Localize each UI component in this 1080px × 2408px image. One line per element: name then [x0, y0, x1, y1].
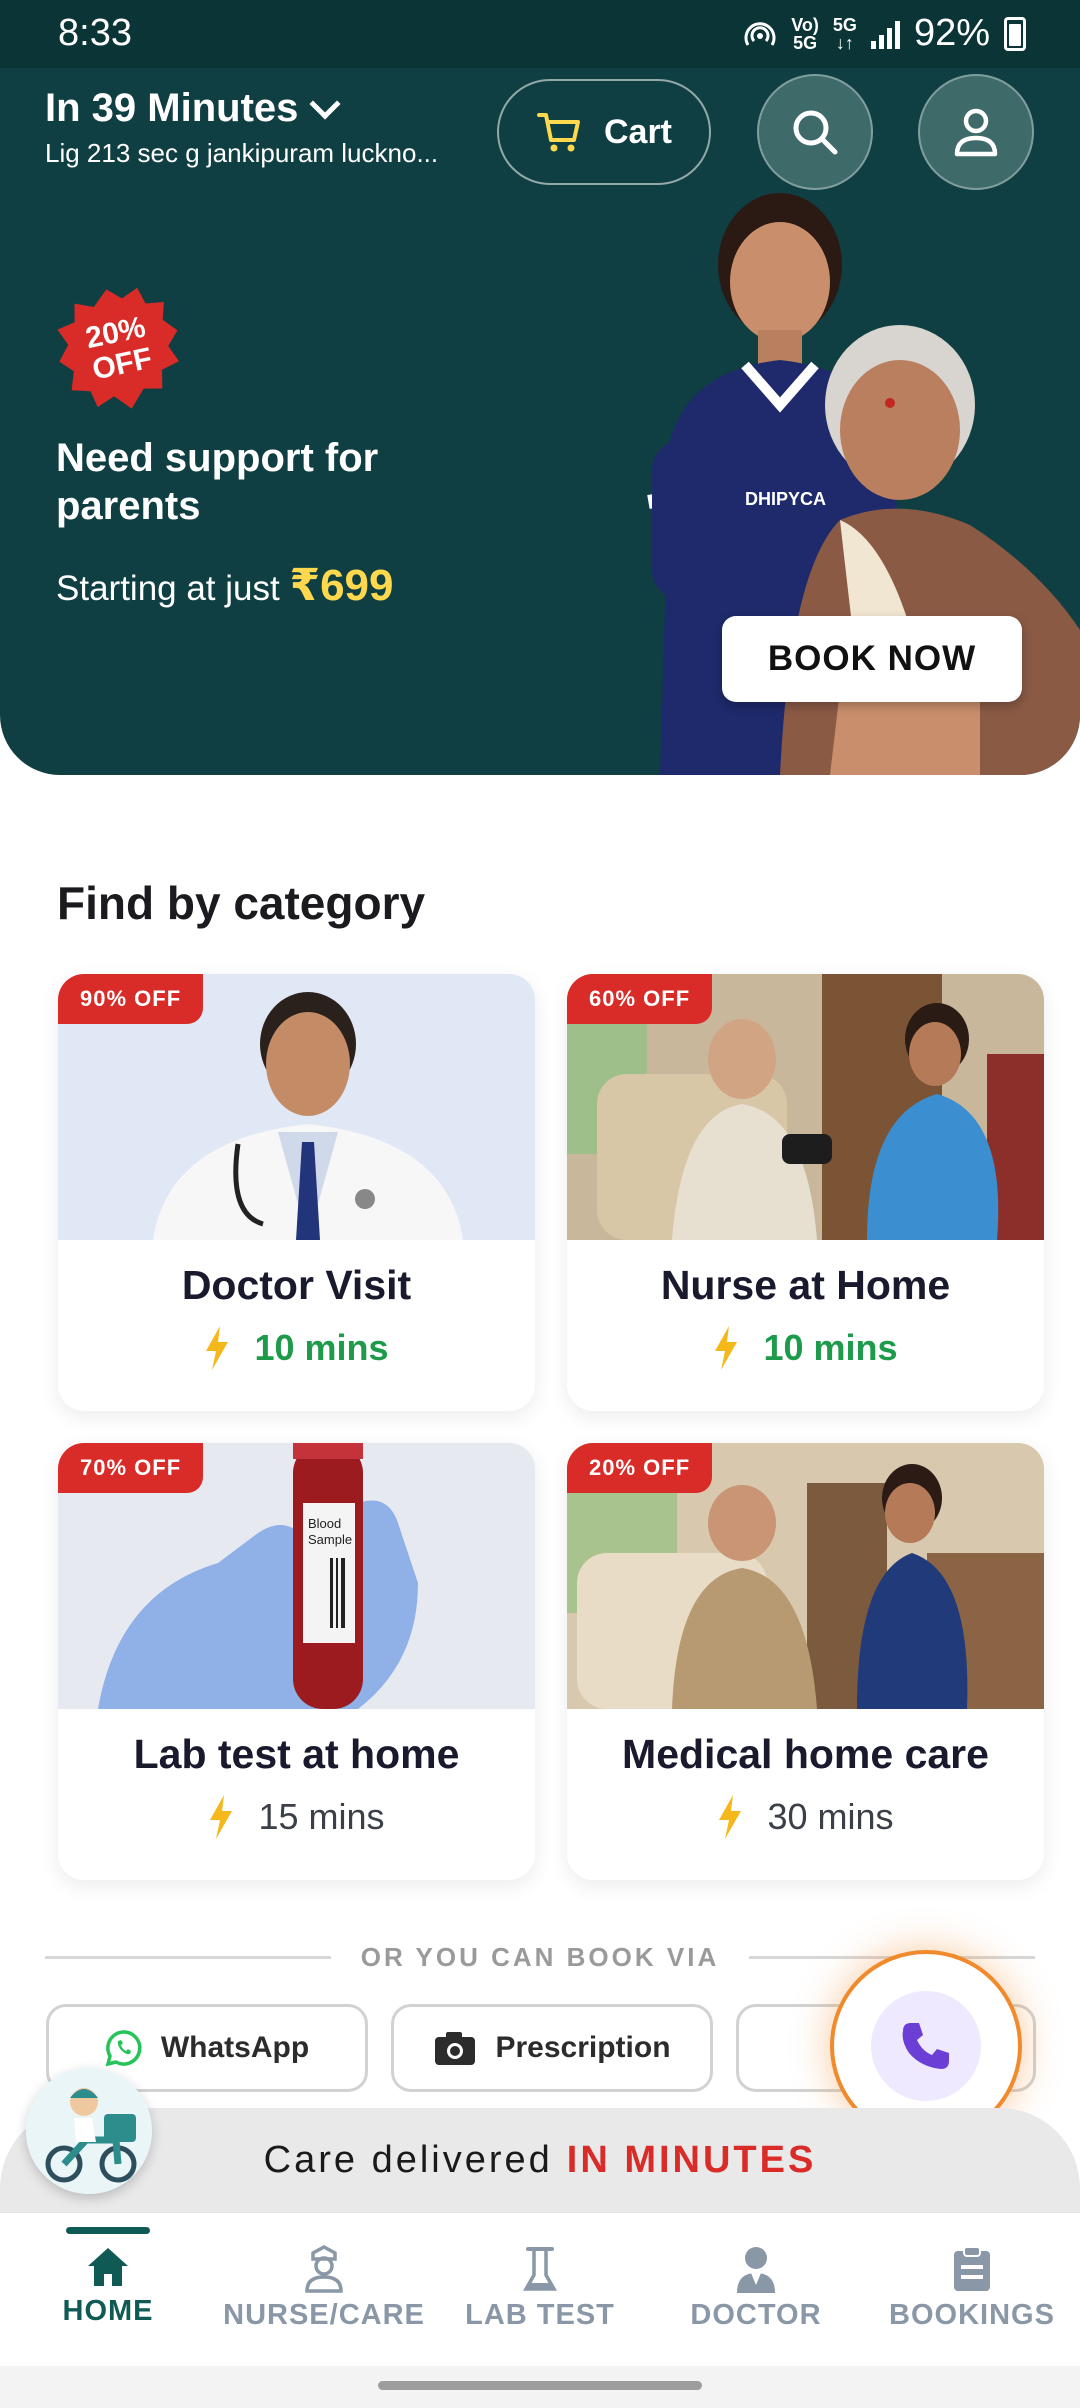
- nav-lab-test[interactable]: LAB TEST: [432, 2213, 648, 2367]
- clipboard-icon: [954, 2246, 990, 2291]
- care-prefix: Care delivered: [263, 2138, 553, 2181]
- lightning-icon: [206, 1326, 229, 1370]
- category-name: Lab test at home: [133, 1731, 460, 1777]
- category-name: Doctor Visit: [181, 1262, 412, 1308]
- volte-icon: Vo) 5G: [791, 14, 819, 53]
- discount-tag: 90% OFF: [58, 974, 204, 1024]
- category-card-medical-home-care[interactable]: 20% OFF Medical home care 30 mins: [567, 1443, 1044, 1880]
- status-time: 8:33: [58, 12, 132, 54]
- doctor-icon: [737, 2247, 775, 2293]
- eta-value: 10 mins: [763, 1327, 898, 1368]
- nav-doctor[interactable]: DOCTOR: [648, 2213, 864, 2367]
- phone-icon: [902, 2023, 949, 2069]
- hero-title: Need support for parents: [56, 436, 379, 528]
- prescription-button[interactable]: Prescription: [391, 2004, 713, 2092]
- cart-label: Cart: [603, 112, 673, 151]
- eta-row: 30 mins: [567, 1795, 1044, 1839]
- tube-label: Sample: [308, 1532, 352, 1547]
- user-icon: [954, 108, 998, 157]
- eta-row: 15 mins: [58, 1795, 535, 1839]
- eta-row: 10 mins: [567, 1326, 1044, 1370]
- camera-icon: [435, 2032, 476, 2065]
- home-gesture-bar[interactable]: [378, 2381, 702, 2390]
- bottom-navigation: HOME NURSE/CARE LAB TEST DOCTOR BOOKINGS: [0, 2212, 1080, 2366]
- whatsapp-label: WhatsApp: [160, 2031, 310, 2064]
- lightning-icon: [719, 1795, 742, 1839]
- eta-value: 15 mins: [258, 1796, 385, 1837]
- care-delivered-banner: Care delivered IN MINUTES: [0, 2108, 1080, 2212]
- battery-icon: [1004, 16, 1026, 51]
- hero-price: Starting at just ₹699: [56, 561, 394, 610]
- category-card-lab-test[interactable]: Blood Sample 70% OFF Lab test at home 15…: [58, 1443, 535, 1880]
- discount-tag: 70% OFF: [58, 1443, 204, 1493]
- test-tube-icon: [522, 2247, 558, 2291]
- signal-icon: [870, 19, 900, 49]
- battery-percent: 92%: [913, 12, 990, 54]
- eta-value: 30 mins: [767, 1796, 894, 1837]
- prescription-label: Prescription: [495, 2031, 671, 2064]
- delivery-rider-avatar: [26, 2068, 152, 2194]
- nav-label: BOOKINGS: [889, 2299, 1055, 2331]
- nav-bookings[interactable]: BOOKINGS: [864, 2213, 1080, 2367]
- eta-text: In 39 Minutes: [45, 86, 299, 130]
- lightning-icon: [715, 1326, 738, 1370]
- nav-nurse-care[interactable]: NURSE/CARE: [216, 2213, 432, 2367]
- book-now-button[interactable]: BOOK NOW: [722, 616, 1022, 702]
- delivery-eta[interactable]: In 39 Minutes: [45, 86, 341, 131]
- price-amount: ₹699: [289, 561, 394, 610]
- category-card-nurse-at-home[interactable]: 60% OFF Nurse at Home 10 mins: [567, 974, 1044, 1411]
- data-5g-icon: 5G ↓↑: [832, 14, 857, 53]
- lightning-icon: [210, 1795, 233, 1839]
- home-icon: [88, 2248, 128, 2286]
- hero-banner[interactable]: 8:33 Vo) 5G 5G ↓↑ 92% In 39 Minutes Lig 21…: [0, 0, 1080, 775]
- eta-row: 10 mins: [58, 1326, 535, 1370]
- nav-label: HOME: [62, 2295, 154, 2327]
- status-bar: 8:33 Vo) 5G 5G ↓↑ 92%: [0, 0, 1080, 68]
- delivery-address[interactable]: Lig 213 sec g jankipuram luckno...: [45, 138, 475, 169]
- category-card-doctor-visit[interactable]: 90% OFF Doctor Visit 10 mins: [58, 974, 535, 1411]
- category-section-title: Find by category: [57, 877, 426, 929]
- whatsapp-icon: [105, 2030, 142, 2067]
- uniform-text: DHIPYCA: [745, 489, 826, 509]
- nurse-icon: [305, 2245, 343, 2293]
- search-icon: [793, 110, 838, 155]
- cart-button[interactable]: Cart: [497, 79, 711, 185]
- search-button[interactable]: [757, 74, 873, 190]
- discount-badge: 20% OFF: [58, 288, 180, 410]
- discount-tag: 60% OFF: [567, 974, 713, 1024]
- hotspot-icon: [744, 21, 776, 46]
- nav-label: LAB TEST: [465, 2299, 615, 2331]
- nav-label: NURSE/CARE: [223, 2299, 425, 2331]
- nav-home[interactable]: HOME: [0, 2213, 216, 2367]
- book-via-label: OR YOU CAN BOOK VIA: [360, 1941, 720, 1972]
- eta-value: 10 mins: [254, 1327, 389, 1368]
- tube-label: Blood: [308, 1516, 341, 1531]
- status-icons: Vo) 5G 5G ↓↑ 92%: [743, 12, 1026, 55]
- chevron-down-icon: [309, 87, 341, 120]
- nav-label: DOCTOR: [690, 2299, 822, 2331]
- cart-icon: [536, 113, 580, 152]
- profile-button[interactable]: [918, 74, 1034, 190]
- care-highlight: IN MINUTES: [566, 2138, 817, 2181]
- discount-tag: 20% OFF: [567, 1443, 713, 1493]
- category-name: Nurse at Home: [660, 1262, 951, 1308]
- category-name: Medical home care: [622, 1731, 989, 1777]
